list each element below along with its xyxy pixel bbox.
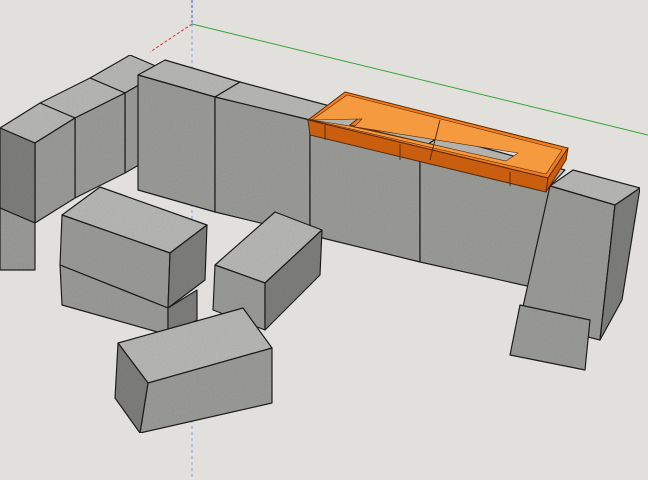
modeling-viewport[interactable] bbox=[0, 0, 648, 480]
3d-scene[interactable] bbox=[0, 0, 648, 480]
wall-block[interactable] bbox=[0, 102, 76, 224]
